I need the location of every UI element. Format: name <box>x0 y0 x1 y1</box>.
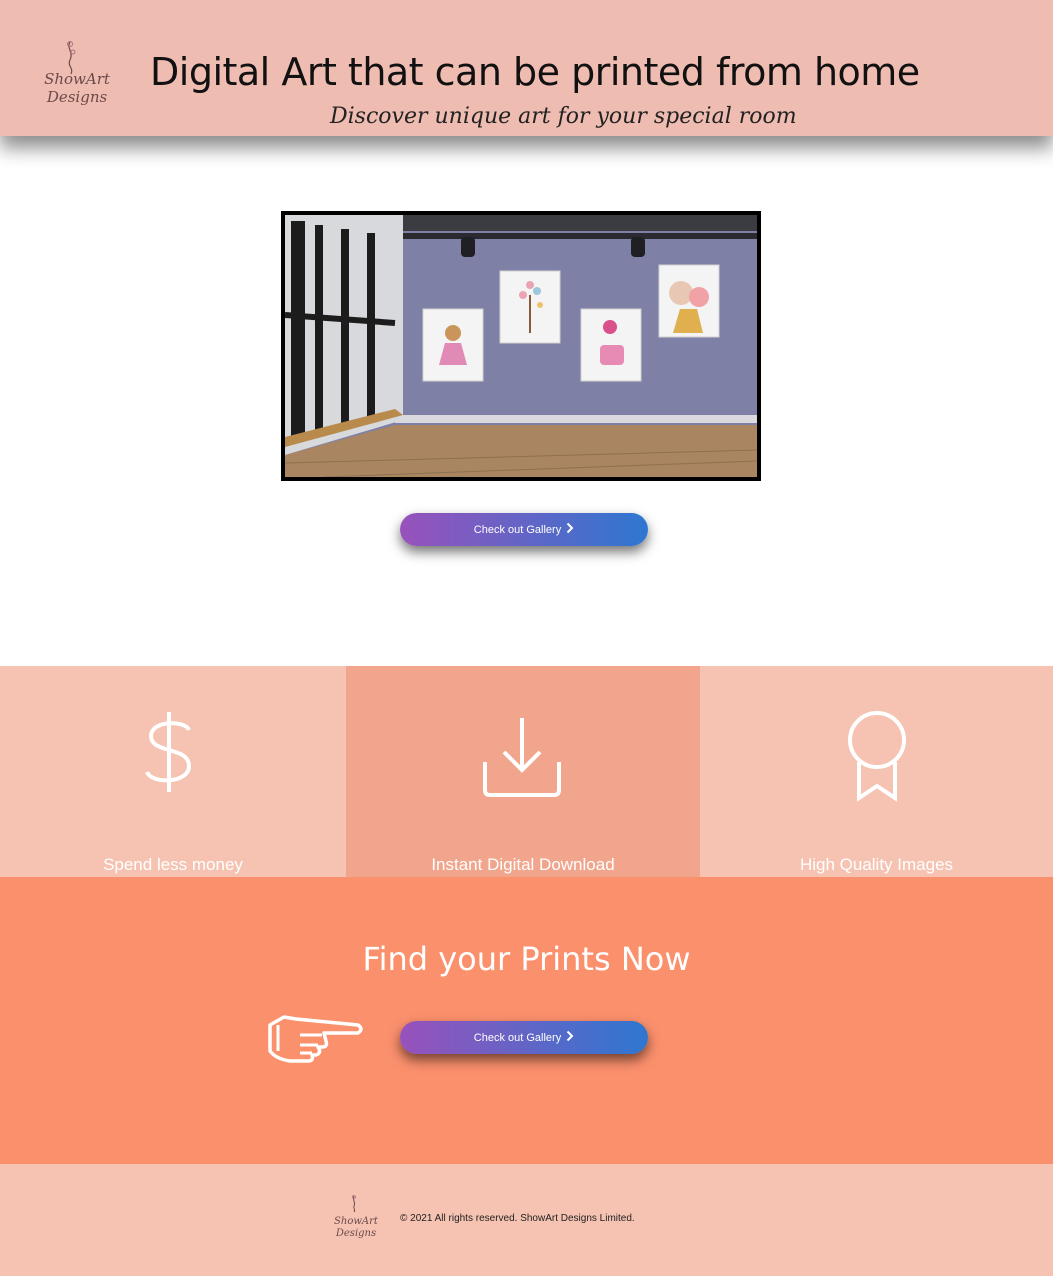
cta-title: Find your Prints Now <box>362 940 691 978</box>
footer-logo-text-line1: ShowArt <box>334 1216 378 1227</box>
feature-high-quality: High Quality Images <box>700 666 1053 877</box>
footer-logo-text-line2: Designs <box>335 1228 377 1239</box>
feature-instant-download: Instant Digital Download <box>346 666 700 877</box>
chevron-right-icon <box>566 522 574 537</box>
chevron-right-icon <box>566 1030 574 1045</box>
feature-label: Spend less money <box>103 855 243 874</box>
logo-text-line2: Designs <box>46 88 108 106</box>
pointing-hand-icon <box>268 1015 363 1063</box>
feature-spend-less: Spend less money <box>0 666 346 877</box>
site-header: ShowArt Designs Digital Art that can be … <box>0 0 1053 136</box>
button-label: Check out Gallery <box>473 523 562 536</box>
page-title: Digital Art that can be printed from hom… <box>150 50 920 94</box>
download-icon <box>483 718 561 797</box>
feature-label: High Quality Images <box>799 855 954 874</box>
page-subtitle: Discover unique art for your special roo… <box>330 104 797 129</box>
check-out-gallery-button[interactable]: Check out Gallery <box>400 513 648 546</box>
award-ribbon-icon <box>848 711 906 802</box>
logo-flower-icon <box>352 1195 356 1213</box>
copyright-text: © 2021 All rights reserved. ShowArt Desi… <box>400 1213 635 1224</box>
feature-label: Instant Digital Download <box>431 855 615 874</box>
cta-check-out-gallery-button[interactable]: Check out Gallery <box>400 1021 648 1054</box>
button-label: Check out Gallery <box>473 1031 562 1044</box>
logo-text-line1: ShowArt <box>44 70 110 88</box>
site-logo[interactable]: ShowArt Designs <box>36 38 118 122</box>
footer-logo[interactable]: ShowArt Designs <box>326 1194 386 1246</box>
gallery-room-image <box>281 211 761 481</box>
dollar-icon <box>145 712 192 792</box>
